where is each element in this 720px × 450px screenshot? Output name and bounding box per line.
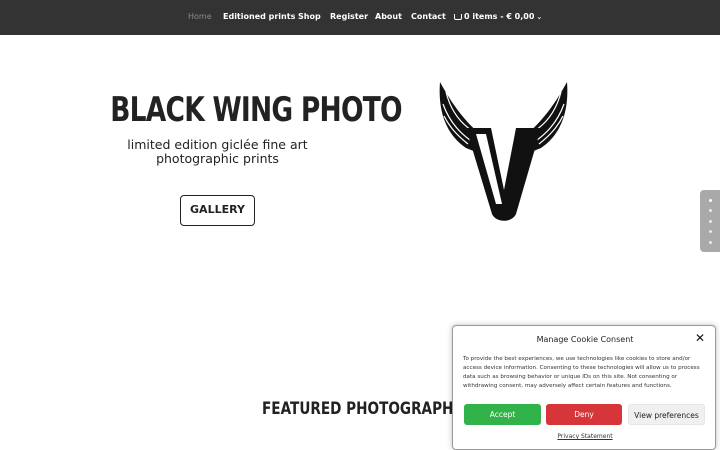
chevron-down-icon: ⌄ — [536, 13, 543, 21]
cart-link[interactable]: 0 items - € 0,00 ⌄ — [454, 12, 542, 21]
privacy-statement-link[interactable]: Privacy Statement — [453, 433, 717, 440]
section-dot-2[interactable] — [709, 209, 712, 212]
hero-title: BLACK WING PHOTO — [110, 90, 402, 130]
nav-link-register[interactable]: Register — [330, 12, 368, 21]
view-preferences-button[interactable]: View preferences — [628, 404, 705, 425]
deny-button[interactable]: Deny — [546, 404, 622, 425]
section-dot-5[interactable] — [709, 241, 712, 244]
section-dot-1[interactable] — [709, 199, 712, 202]
cookie-description: To provide the best experiences, we use … — [463, 356, 700, 389]
nav-link-editioned-prints[interactable]: Editioned prints — [223, 12, 295, 21]
section-dot-4[interactable] — [709, 230, 712, 233]
nav-link-shop[interactable]: Shop — [298, 12, 321, 21]
cart-summary: 0 items - € 0,00 — [464, 12, 535, 21]
nav-link-about[interactable]: About — [375, 12, 402, 21]
gallery-button[interactable]: GALLERY — [180, 195, 255, 226]
section-dot-3[interactable] — [709, 220, 712, 223]
nav-link-home[interactable]: Home — [188, 12, 212, 21]
section-dot-navigation — [700, 190, 720, 252]
cart-icon — [454, 14, 462, 20]
cookie-dialog-title: Manage Cookie Consent — [536, 335, 634, 344]
top-navigation-bar: Home Editioned prints Shop Register Abou… — [0, 0, 720, 35]
nav-link-contact[interactable]: Contact — [411, 12, 446, 21]
winged-v-logo — [439, 82, 568, 221]
hero-subtitle: limited edition giclée fine art photogra… — [127, 137, 308, 166]
accept-button[interactable]: Accept — [464, 404, 541, 425]
close-icon[interactable]: ✕ — [695, 332, 705, 344]
cookie-consent-dialog: Manage Cookie Consent ✕ To provide the b… — [452, 325, 716, 450]
